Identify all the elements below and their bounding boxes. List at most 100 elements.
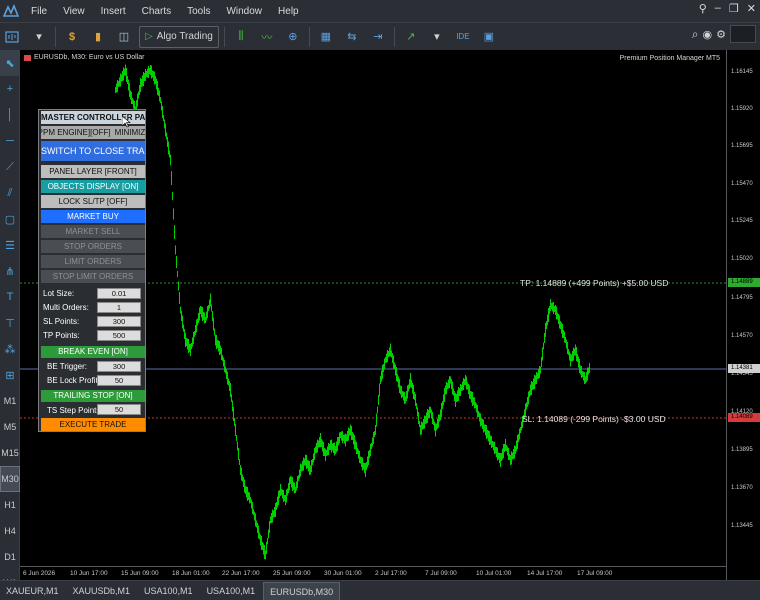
be-lock-profit-field[interactable]: 50 (97, 375, 141, 386)
chart-shift-icon[interactable]: ⇆ (341, 26, 363, 48)
indicators-icon[interactable]: ↗ (400, 26, 422, 48)
candle (415, 394, 416, 406)
candle (229, 381, 230, 391)
lot-size-field[interactable]: 0.01 (97, 288, 141, 299)
market-sell-button[interactable]: MARKET SELL (41, 225, 145, 238)
sl-points-field[interactable]: 300 (97, 316, 141, 327)
crosshair-icon[interactable]: + (0, 76, 20, 102)
algo-trading-button[interactable]: ▷ Algo Trading (139, 25, 219, 48)
break-even-button[interactable]: BREAK EVEN [ON] (41, 346, 145, 358)
minimize-icon[interactable]: – (715, 2, 721, 15)
time-axis[interactable]: 6 Jun 2026 10 Jun 17:00 15 Jun 09:00 18 … (20, 566, 726, 580)
candle (118, 81, 119, 87)
ts-step-field[interactable]: 50 (97, 404, 141, 415)
shapes-icon[interactable]: ▢ (0, 206, 20, 232)
new-chart-icon[interactable] (2, 26, 24, 48)
objects-display-button[interactable]: OBJECTS DISPLAY [ON] (41, 180, 145, 193)
lock-sltp-button[interactable]: LOCK SL/TP [OFF] (41, 195, 145, 208)
master-controller-panel[interactable]: MASTER CONTROLLER PANEL [PPM ENGINE][OFF… (38, 109, 146, 432)
candle (207, 306, 208, 318)
cursor-icon[interactable]: ⬉ (0, 50, 20, 76)
candle (494, 442, 495, 454)
switch-to-close-trades-button[interactable]: SWITCH TO CLOSE TRADES (41, 141, 145, 161)
dropdown-arrow-icon[interactable]: ▾ (426, 26, 448, 48)
timeframe-m30[interactable]: M30 (0, 466, 20, 492)
settings-icon[interactable]: ⚙ (716, 28, 726, 41)
tile-windows-icon[interactable]: ▦ (315, 26, 337, 48)
fibonacci-icon[interactable]: ☰ (0, 232, 20, 258)
menu-view[interactable]: View (55, 6, 93, 17)
menu-insert[interactable]: Insert (93, 6, 134, 17)
menu-charts[interactable]: Charts (134, 6, 179, 17)
timeframe-m1[interactable]: M1 (0, 388, 20, 414)
menu-tools[interactable]: Tools (179, 6, 218, 17)
multi-orders-field[interactable]: 1 (97, 302, 141, 313)
tab-usa100-m1-2[interactable]: USA100,M1 (201, 582, 262, 600)
maximize-icon[interactable]: ❐ (729, 2, 739, 15)
candle (250, 497, 251, 503)
multi-orders-label: Multi Orders: (43, 303, 89, 312)
candle (121, 74, 122, 82)
candle (584, 372, 585, 384)
candle (320, 433, 321, 447)
stop-limit-orders-button[interactable]: STOP LIMIT ORDERS (41, 270, 145, 283)
candle (368, 451, 369, 465)
menu-window[interactable]: Window (218, 6, 270, 17)
channel-icon[interactable]: ⫽ (0, 180, 20, 206)
arrows-icon[interactable]: ⊞ (0, 362, 20, 388)
timeframe-m5[interactable]: M5 (0, 414, 20, 440)
strategy-icon[interactable]: ▮ (87, 26, 109, 48)
candle (230, 383, 231, 397)
limit-orders-button[interactable]: LIMIT ORDERS (41, 255, 145, 268)
candle (323, 442, 324, 456)
time-tick: 2 Jul 17:00 (375, 570, 407, 577)
timeframe-m15[interactable]: M15 (0, 440, 20, 466)
trendline-icon[interactable]: ⟋ (0, 154, 20, 180)
vertical-line-icon[interactable]: │ (0, 102, 20, 128)
menu-file[interactable]: File (23, 6, 55, 17)
candle (504, 444, 505, 452)
chart-window[interactable]: EURUSDb, M30: Euro vs US Dollar Premium … (20, 50, 760, 580)
candle (206, 311, 207, 321)
panel-layer-button[interactable]: PANEL LAYER [FRONT] (41, 165, 145, 178)
search-input[interactable] (730, 25, 756, 43)
tab-eurusdb-m30[interactable]: EURUSDb,M30 (263, 582, 341, 600)
label-icon[interactable]: ⊤ (0, 310, 20, 336)
tab-xauusdb-m1[interactable]: XAUUSDb,M1 (67, 582, 137, 600)
menu-help[interactable]: Help (270, 6, 307, 17)
gann-icon[interactable]: ⁂ (0, 336, 20, 362)
price-axis[interactable]: 1.16145 1.15920 1.15695 1.15470 1.15245 … (726, 50, 760, 580)
timeframe-h4[interactable]: H4 (0, 518, 20, 544)
autoscroll-icon[interactable]: ⇥ (367, 26, 389, 48)
pitchfork-icon[interactable]: ⋔ (0, 258, 20, 284)
market-buy-button[interactable]: MARKET BUY (41, 210, 145, 223)
tp-points-field[interactable]: 500 (97, 330, 141, 341)
screenshot-icon[interactable]: ▣ (478, 26, 500, 48)
horizontal-line-icon[interactable]: ─ (0, 128, 20, 154)
market-watch-icon[interactable]: $ (61, 26, 83, 48)
timeframe-d1[interactable]: D1 (0, 544, 20, 570)
trailing-stop-button[interactable]: TRAILING STOP [ON] (41, 390, 145, 402)
zoom-icon[interactable]: ⊕ (282, 26, 304, 48)
tab-xaueur-m1[interactable]: XAUEUR,M1 (0, 582, 65, 600)
line-chart-icon[interactable]: 〰 (256, 26, 278, 48)
be-trigger-field[interactable]: 300 (97, 361, 141, 372)
stop-orders-button[interactable]: STOP ORDERS (41, 240, 145, 253)
search-icon[interactable]: ⌕ (692, 27, 699, 42)
dropdown-arrow-icon[interactable]: ▾ (28, 26, 50, 48)
candle (117, 80, 118, 92)
candle (288, 483, 289, 493)
ide-button[interactable]: IDE (452, 26, 474, 48)
account-icon[interactable]: ◉ (703, 28, 713, 41)
restore-icon[interactable]: ⚲ (699, 2, 707, 15)
close-icon[interactable]: ✕ (747, 2, 756, 15)
ppm-engine-toggle[interactable]: [PPM ENGINE][OFF] (41, 126, 111, 139)
text-icon[interactable]: T (0, 284, 20, 310)
candle (221, 348, 222, 360)
candle (554, 306, 555, 312)
timeframe-h1[interactable]: H1 (0, 492, 20, 518)
candles-icon[interactable]: ⫼ (230, 26, 252, 48)
tab-usa100-m1[interactable]: USA100,M1 (138, 582, 199, 600)
expert-icon[interactable]: ◫ (113, 26, 135, 48)
execute-trade-button[interactable]: EXECUTE TRADE (41, 418, 145, 431)
